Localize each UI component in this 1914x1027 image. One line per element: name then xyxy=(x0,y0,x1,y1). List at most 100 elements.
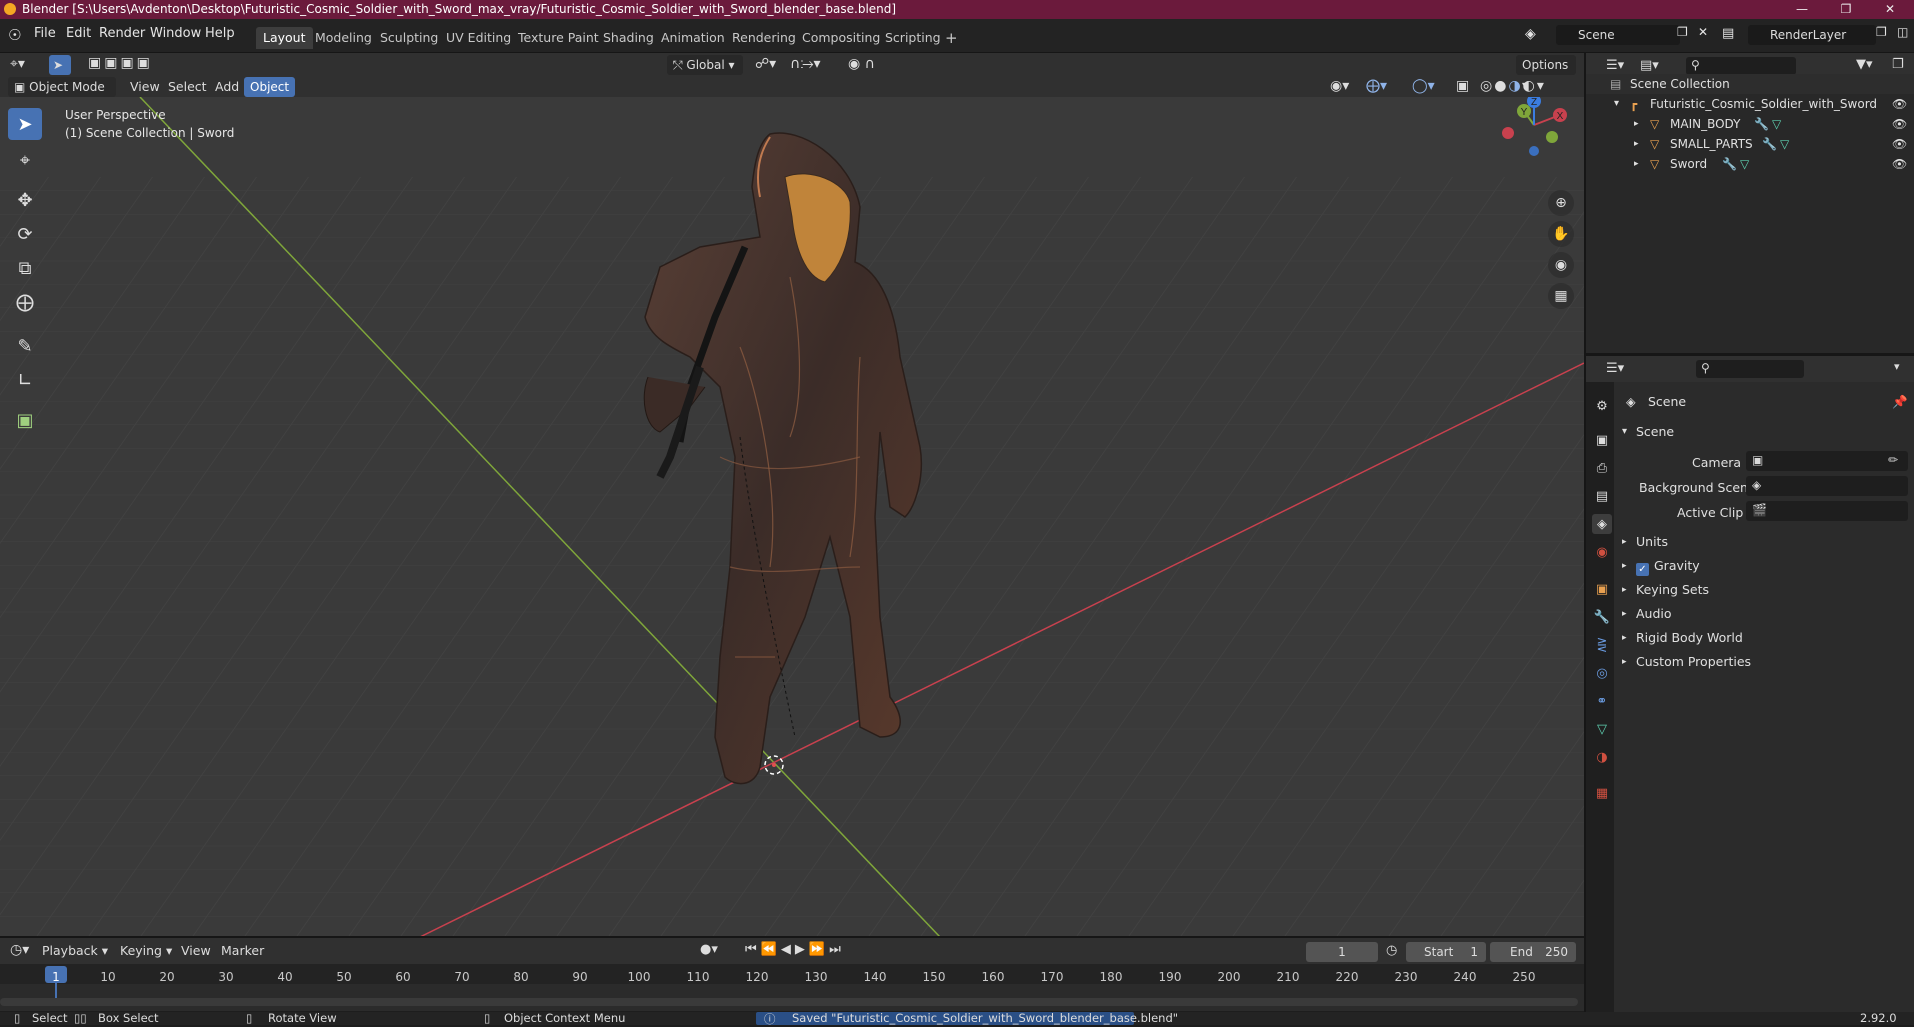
expand-arrow-icon[interactable]: ▸ xyxy=(1634,134,1639,154)
pivot-point-icon[interactable]: ☍▾ xyxy=(755,56,776,72)
tab-uv-editing[interactable]: UV Editing xyxy=(439,27,518,49)
outliner-row-sword[interactable]: ▸ ▽ Sword 🔧 ▽ 👁 xyxy=(1586,154,1914,174)
preview-range-icon[interactable]: ◷ xyxy=(1386,943,1397,958)
scene-panel-header[interactable]: ▾ Scene xyxy=(1620,421,1912,443)
overlay-toggle-icon[interactable]: ◯▾ xyxy=(1412,78,1435,94)
blender-menu-icon[interactable]: ☉ xyxy=(8,26,21,44)
playback-menu[interactable]: Playback ▾ xyxy=(42,943,108,958)
new-view-layer-icon[interactable]: ❐ xyxy=(1876,25,1887,39)
outliner-editor-icon[interactable]: ☰▾ xyxy=(1606,58,1624,73)
object-tab-icon[interactable]: ▣ xyxy=(1592,579,1612,599)
visibility-eye-icon[interactable]: 👁 xyxy=(1892,114,1907,134)
start-frame-field[interactable]: Start 1 xyxy=(1406,942,1486,962)
move-tool-icon[interactable]: ✥ xyxy=(8,184,42,216)
maximize-button[interactable]: ❐ xyxy=(1826,0,1866,19)
snap-icon[interactable]: ∩⧴▾ xyxy=(790,56,821,72)
expand-arrow-icon[interactable]: ▾ xyxy=(1614,94,1619,114)
pin-icon[interactable]: 📌 xyxy=(1892,394,1908,410)
add-workspace-button[interactable]: + xyxy=(938,27,965,49)
outliner-search-input[interactable]: ⚲ xyxy=(1686,57,1796,75)
menu-help[interactable]: Help xyxy=(205,26,235,41)
proportional-edit-icon[interactable]: ◉ ∩ xyxy=(848,56,875,72)
mesh-data-icon[interactable]: ▽ xyxy=(1740,154,1749,174)
select-box-tool-icon[interactable]: ➤ xyxy=(8,108,42,140)
tab-sculpting[interactable]: Sculpting xyxy=(373,27,445,49)
units-panel-header[interactable]: ▸ Units xyxy=(1620,531,1912,553)
modifier-wrench-icon[interactable]: 🔧 xyxy=(1762,134,1777,154)
scene-selector[interactable]: Scene xyxy=(1556,25,1680,45)
keying-sets-panel-header[interactable]: ▸ Keying Sets xyxy=(1620,579,1912,601)
background-scene-field[interactable]: ◈ xyxy=(1746,476,1908,496)
timeline-editor-icon[interactable]: ◷▾ xyxy=(10,942,29,958)
outliner-row-collection[interactable]: ▾ ┏ Futuristic_Cosmic_Soldier_with_Sword… xyxy=(1586,94,1914,114)
expand-arrow-icon[interactable]: ▸ xyxy=(1634,154,1639,174)
material-tab-icon[interactable]: ◑ xyxy=(1592,747,1612,767)
menu-edit[interactable]: Edit xyxy=(66,26,91,41)
tool-settings-tab-icon[interactable]: ⚙ xyxy=(1592,396,1612,416)
camera-view-icon[interactable]: ◉ xyxy=(1548,252,1574,278)
transform-tool-icon[interactable]: ⨁ xyxy=(8,286,42,318)
audio-panel-header[interactable]: ▸ Audio xyxy=(1620,603,1912,625)
selection-mode-icons[interactable]: ▣▣▣▣ xyxy=(88,55,153,71)
measure-tool-icon[interactable]: ∟ xyxy=(8,364,42,396)
new-scene-icon[interactable]: ❐ xyxy=(1677,25,1688,39)
add-cube-tool-icon[interactable]: ▣ xyxy=(8,404,42,436)
filter-icon[interactable]: ▼▾ xyxy=(1856,57,1873,72)
delete-view-layer-icon[interactable]: ◫ xyxy=(1897,25,1908,39)
rigid-body-world-panel-header[interactable]: ▸ Rigid Body World xyxy=(1620,627,1912,649)
properties-editor-icon[interactable]: ☰▾ xyxy=(1606,361,1624,376)
shading-modes-icons[interactable]: ◎●◑◐▾ xyxy=(1480,78,1546,94)
world-tab-icon[interactable]: ◉ xyxy=(1592,542,1612,562)
gravity-checkbox[interactable]: ✓ xyxy=(1636,563,1649,576)
chevron-down-icon[interactable]: ▾ xyxy=(1894,360,1900,373)
modifier-wrench-icon[interactable]: 🔧 xyxy=(1754,114,1769,134)
minimize-button[interactable]: — xyxy=(1782,0,1822,19)
menu-view[interactable]: View xyxy=(130,79,160,94)
properties-search-input[interactable]: ⚲ xyxy=(1696,360,1804,378)
tab-compositing[interactable]: Compositing xyxy=(795,27,887,49)
3d-viewport[interactable]: X Y Z xyxy=(0,97,1584,937)
modifier-tab-icon[interactable]: 🔧 xyxy=(1592,607,1612,627)
editor-type-icon[interactable]: ⌖▾ xyxy=(10,56,25,72)
visibility-eye-icon[interactable]: 👁 xyxy=(1892,94,1907,114)
menu-select[interactable]: Select xyxy=(168,79,207,94)
eyedropper-icon[interactable]: ✏ xyxy=(1888,453,1898,467)
mesh-data-icon[interactable]: ▽ xyxy=(1772,114,1781,134)
tab-animation[interactable]: Animation xyxy=(654,27,732,49)
visibility-eye-icon[interactable]: 👁 xyxy=(1892,134,1907,154)
constraints-tab-icon[interactable]: ⚭ xyxy=(1592,691,1612,711)
keying-menu[interactable]: Keying ▾ xyxy=(120,943,172,958)
mode-dropdown[interactable]: ▣ Object Mode ▾ xyxy=(8,77,116,114)
marker-menu[interactable]: Marker xyxy=(221,943,264,958)
xray-icon[interactable]: ▣ xyxy=(1456,78,1469,94)
menu-render[interactable]: Render xyxy=(99,26,145,41)
new-collection-icon[interactable]: ❐ xyxy=(1892,57,1904,72)
timeline-scrollbar[interactable] xyxy=(0,998,1578,1006)
camera-field[interactable]: ▣ ✏ xyxy=(1746,451,1908,471)
scene-type-icon[interactable]: ◈ xyxy=(1525,26,1536,42)
outliner-row-small-parts[interactable]: ▸ ▽ SMALL_PARTS 🔧 ▽ 👁 xyxy=(1586,134,1914,154)
output-tab-icon[interactable]: ⎙ xyxy=(1592,458,1612,478)
current-frame-field[interactable]: 1 xyxy=(1306,942,1378,962)
transform-orientation-dropdown[interactable]: ⤲ Global ▾ xyxy=(667,55,743,75)
tab-rendering[interactable]: Rendering xyxy=(725,27,803,49)
options-dropdown[interactable]: Options ▾ xyxy=(1516,55,1576,92)
custom-properties-panel-header[interactable]: ▸ Custom Properties xyxy=(1620,651,1912,673)
view-layer-selector[interactable]: RenderLayer xyxy=(1748,25,1876,45)
menu-object[interactable]: Object xyxy=(244,77,296,97)
visibility-icon[interactable]: ◉▾ xyxy=(1330,78,1349,94)
navigation-gizmo[interactable]: X Y Z xyxy=(1494,97,1574,163)
tab-texture-paint[interactable]: Texture Paint xyxy=(511,27,606,49)
close-window-button[interactable]: ✕ xyxy=(1870,0,1910,19)
playback-controls-icons[interactable]: ⏮⏪◀▶⏩⏭ xyxy=(745,942,845,957)
render-tab-icon[interactable]: ▣ xyxy=(1592,430,1612,450)
tab-layout[interactable]: Layout xyxy=(256,27,313,49)
menu-file[interactable]: File xyxy=(34,26,56,41)
ortho-toggle-icon[interactable]: ▦ xyxy=(1548,283,1574,309)
cursor-tool-icon[interactable]: ⌖ xyxy=(8,144,42,176)
menu-add[interactable]: Add xyxy=(215,79,239,94)
record-keyframe-icon[interactable]: ●▾ xyxy=(700,942,718,957)
pan-hand-icon[interactable]: ✋ xyxy=(1548,221,1574,247)
annotate-tool-icon[interactable]: ✎ xyxy=(8,330,42,362)
end-frame-field[interactable]: End 250 xyxy=(1490,942,1576,962)
